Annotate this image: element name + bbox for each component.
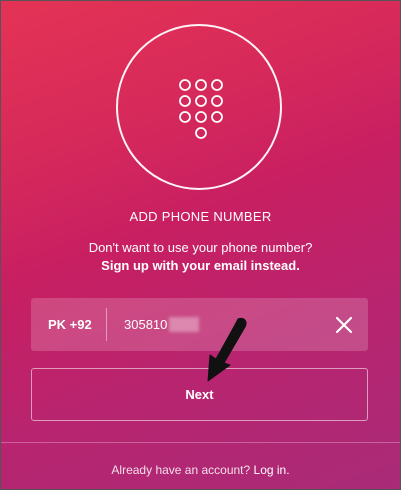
page-title: ADD PHONE NUMBER xyxy=(129,209,272,224)
close-icon[interactable] xyxy=(334,315,354,335)
email-signup-link[interactable]: Sign up with your email instead. xyxy=(0,257,401,275)
pointer-arrow-icon xyxy=(207,318,247,382)
footer-prompt: Already have an account? xyxy=(111,463,251,477)
redacted-digits xyxy=(169,317,199,332)
footer: Already have an account? Log in. xyxy=(0,463,401,477)
divider xyxy=(106,308,107,341)
login-link[interactable]: Log in. xyxy=(254,463,290,477)
country-code-selector[interactable]: PK +92 xyxy=(48,298,92,351)
keypad-icon xyxy=(179,79,223,139)
footer-divider xyxy=(0,442,401,443)
subtitle: Don't want to use your phone number? Sig… xyxy=(0,239,401,275)
phone-number-input[interactable]: 305810 xyxy=(124,298,167,351)
subtitle-text: Don't want to use your phone number? xyxy=(88,240,313,255)
keypad-emblem xyxy=(116,24,282,190)
